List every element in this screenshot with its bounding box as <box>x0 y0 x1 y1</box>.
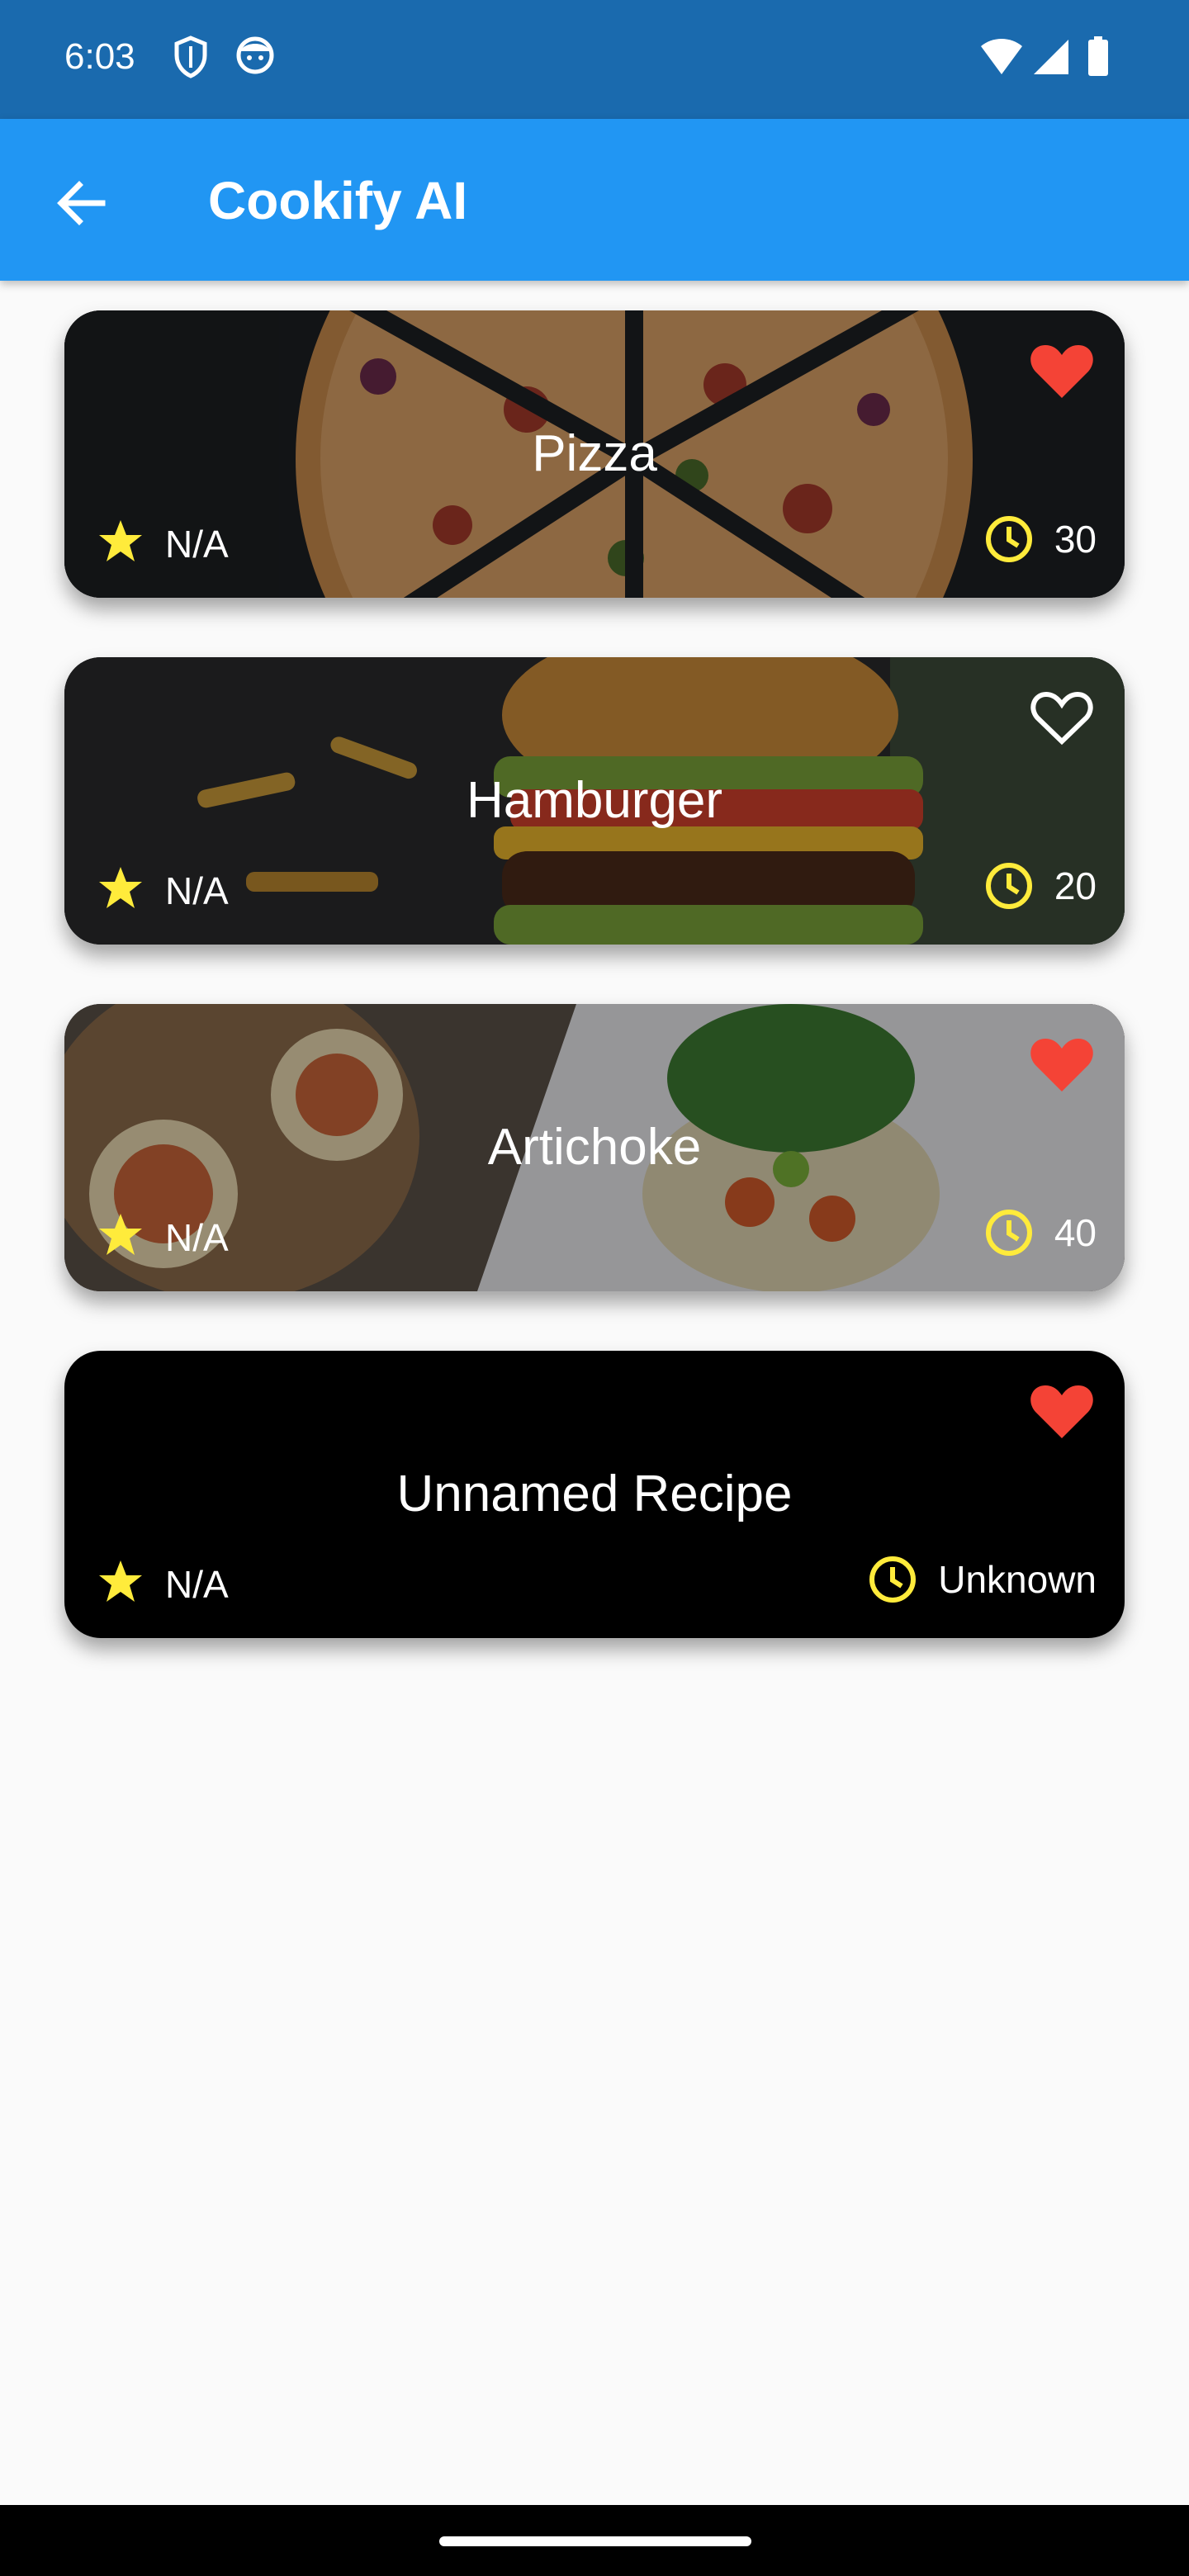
recipe-title: Unnamed Recipe <box>396 1466 793 1522</box>
cook-time: 30 <box>983 514 1097 565</box>
rating-value: N/A <box>165 869 229 912</box>
cook-time: 20 <box>983 860 1097 912</box>
face-icon <box>236 36 274 74</box>
signal-icon <box>1034 40 1068 74</box>
star-icon <box>99 520 142 561</box>
clock-icon <box>985 516 1032 562</box>
rating-value: N/A <box>165 1216 229 1259</box>
heart-outline-icon[interactable] <box>1029 689 1095 748</box>
recipe-title: Hamburger <box>466 772 723 829</box>
clock-icon <box>985 863 1032 909</box>
status-time: 6:03 <box>64 36 135 77</box>
battery-icon <box>1088 36 1108 76</box>
rating-value: N/A <box>165 523 229 566</box>
recipe-title: Pizza <box>532 425 657 482</box>
star-icon <box>99 1560 142 1602</box>
app-bar: Cookify AI <box>0 119 1189 281</box>
time-value: 40 <box>1054 1211 1097 1254</box>
clock-icon <box>985 1210 1032 1256</box>
recipe-card-hamburger[interactable]: Hamburger N/A 20 <box>64 657 1125 945</box>
recipe-card-artichoke[interactable]: Artichoke N/A 40 <box>64 1004 1125 1291</box>
rating-value: N/A <box>165 1563 229 1606</box>
wifi-icon <box>981 39 1022 74</box>
app-title: Cookify AI <box>208 171 468 230</box>
recipe-card-pizza[interactable]: Pizza N/A 30 <box>64 310 1125 598</box>
heart-filled-icon[interactable] <box>1029 1382 1095 1442</box>
recipe-title: Artichoke <box>487 1119 702 1176</box>
heart-filled-icon[interactable] <box>1029 1035 1095 1095</box>
cook-time: 40 <box>983 1207 1097 1258</box>
heart-filled-icon[interactable] <box>1029 342 1095 401</box>
recipe-card-unnamed[interactable]: Unnamed Recipe N/A Unknown <box>64 1351 1125 1638</box>
star-icon <box>99 867 142 908</box>
status-bar: 6:03 <box>0 0 1189 119</box>
arrow-back-icon[interactable] <box>45 167 117 239</box>
navigation-bar <box>0 2505 1189 2576</box>
time-value: Unknown <box>938 1558 1097 1601</box>
home-indicator[interactable] <box>439 2536 751 2546</box>
time-value: 20 <box>1054 864 1097 907</box>
time-value: 30 <box>1054 518 1097 561</box>
star-icon <box>99 1214 142 1255</box>
shield-icon <box>174 36 207 78</box>
clock-icon <box>869 1556 917 1603</box>
cook-time: Unknown <box>867 1554 1097 1605</box>
